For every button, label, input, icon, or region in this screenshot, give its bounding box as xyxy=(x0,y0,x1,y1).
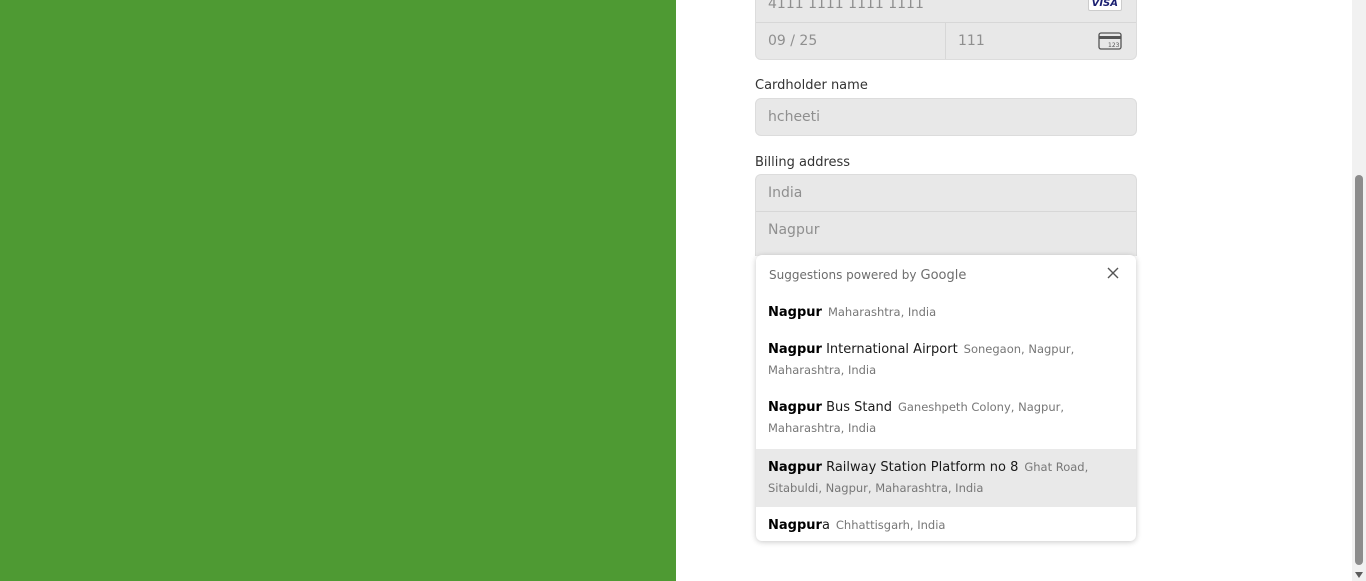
suggestion-item[interactable]: Nagpur International Airport Sonegaon, Na… xyxy=(756,333,1136,391)
visa-icon: VISA xyxy=(1087,0,1122,11)
cardholder-name-value: hcheeti xyxy=(768,109,821,125)
suggestion-secondary: Maharashtra, India xyxy=(827,305,937,319)
svg-text:123: 123 xyxy=(1108,42,1120,49)
card-cvc-value: 111 xyxy=(958,33,985,49)
suggestion-match: Nagpur xyxy=(768,518,822,533)
card-expiry-cvc-row: 09 / 25 111 123 xyxy=(756,22,1136,59)
suggestion-item[interactable]: Nagpur Maharashtra, India xyxy=(756,295,1136,333)
card-number-value: 4111 1111 1111 1111 xyxy=(768,0,924,12)
billing-address-label: Billing address xyxy=(755,155,851,170)
suggestion-match: Nagpur xyxy=(768,400,822,415)
address-line-input[interactable]: Nagpur xyxy=(756,211,1136,248)
country-value: India xyxy=(768,185,803,201)
cvc-card-icon: 123 xyxy=(1098,32,1122,50)
card-number-field[interactable]: 4111 1111 1111 1111 VISA xyxy=(756,0,1136,22)
suggestion-item[interactable]: Nagpur Bus Stand Ganeshpeth Colony, Nagpu… xyxy=(756,391,1136,449)
suggestion-item[interactable]: Nagpura Chhattisgarh, India xyxy=(756,507,1136,541)
brand-panel xyxy=(0,0,676,581)
country-select[interactable]: India xyxy=(756,175,1136,211)
scrollbar-thumb[interactable] xyxy=(1355,175,1363,565)
card-expiry-value: 09 / 25 xyxy=(768,33,818,49)
suggestion-secondary: Chhattisgarh, India xyxy=(835,518,946,532)
billing-address-group: India Nagpur xyxy=(755,174,1137,256)
cardholder-name-field[interactable]: hcheeti xyxy=(755,98,1137,136)
card-details-group: 4111 1111 1111 1111 VISA 09 / 25 111 123 xyxy=(755,0,1137,60)
google-logo: Google xyxy=(920,267,967,283)
address-suggestions-dropdown: Suggestions powered by Google Nagpur Maha… xyxy=(756,255,1136,541)
page-scrollbar[interactable] xyxy=(1352,0,1366,581)
cardholder-name-row: hcheeti xyxy=(756,99,1136,135)
suggestion-rest: Bus Stand xyxy=(821,400,892,415)
suggestion-match: Nagpur xyxy=(768,460,822,475)
suggestion-item-highlighted[interactable]: Nagpur Railway Station Platform no 8 Ghat… xyxy=(756,449,1136,507)
suggestion-match: Nagpur xyxy=(768,342,822,357)
suggestions-header: Suggestions powered by Google xyxy=(756,255,1136,295)
suggestion-rest: a xyxy=(821,518,830,533)
suggestion-rest: International Airport xyxy=(821,342,958,357)
suggestions-header-text: Suggestions powered by xyxy=(769,268,917,282)
suggestion-rest: Railway Station Platform no 8 xyxy=(821,460,1019,475)
card-expiry-field[interactable]: 09 / 25 xyxy=(756,23,946,59)
card-cvc-field[interactable]: 111 123 xyxy=(946,23,1136,59)
suggestion-match: Nagpur xyxy=(768,305,822,320)
cardholder-label: Cardholder name xyxy=(755,78,868,93)
scroll-down-arrow-icon[interactable] xyxy=(1355,572,1363,578)
address-line-value: Nagpur xyxy=(768,222,820,238)
close-icon[interactable] xyxy=(1106,266,1120,280)
